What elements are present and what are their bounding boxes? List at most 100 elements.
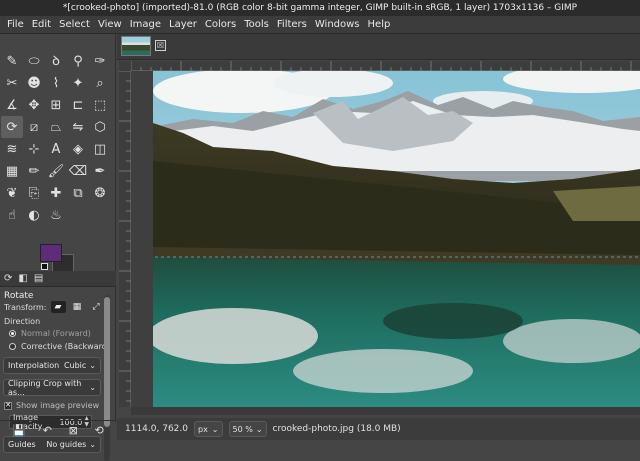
status-bar: 1114.0, 762.0 px ⌄ 50 % ⌄ crooked-photo.… (117, 418, 640, 440)
show-preview-label: Show image preview (16, 401, 100, 410)
cage-icon[interactable]: ⬡ (89, 116, 111, 138)
transform-layer-icon[interactable]: ▰ (50, 301, 66, 313)
image-canvas[interactable] (131, 71, 640, 407)
move-icon[interactable]: ✥ (23, 94, 45, 116)
unit-value: px (197, 424, 208, 434)
menu-image[interactable]: Image (126, 16, 165, 34)
menu-select[interactable]: Select (55, 16, 94, 34)
chevron-down-icon: ⌄ (89, 383, 96, 392)
show-preview-checkbox[interactable]: ✕ Show image preview (4, 401, 99, 410)
heal-icon[interactable]: ✚ (45, 182, 67, 204)
measure-icon[interactable]: ∡ (1, 94, 23, 116)
clipping-combo[interactable]: Clipping Crop with as... ⌄ (3, 379, 101, 397)
pointer-coordinates: 1114.0, 762.0 (125, 424, 188, 434)
unified-transform-icon[interactable]: ⬚ (89, 94, 111, 116)
smudge-icon[interactable]: ☝ (1, 204, 23, 226)
interpolation-combo[interactable]: Interpolation Cubic ⌄ (3, 357, 101, 374)
menu-windows[interactable]: Windows (311, 16, 364, 34)
ink-icon[interactable]: ✒ (89, 160, 111, 182)
zoom-value: 50 % (232, 424, 253, 434)
menu-view[interactable]: View (94, 16, 126, 34)
transform-path-icon[interactable]: ⤢ (89, 301, 104, 313)
color-picker-icon[interactable]: ✑ (89, 50, 111, 72)
align-icon[interactable]: ⊞ (45, 94, 67, 116)
radio-indicator (9, 343, 16, 350)
dock-tab-strip: ⟳ ◧ ▤ (0, 271, 116, 287)
blur-icon[interactable]: ❂ (89, 182, 111, 204)
lake-mountain-photo[interactable] (153, 71, 640, 407)
clone-icon[interactable]: ⎘ (23, 182, 45, 204)
direction-normal-radio[interactable]: Normal (Forward) (9, 329, 91, 338)
menu-colors[interactable]: Colors (201, 16, 240, 34)
shear-icon[interactable]: ⧄ (23, 116, 45, 138)
color-balance-icon[interactable]: ♨ (45, 204, 67, 226)
foreground-color-swatch[interactable] (40, 244, 62, 262)
menu-file[interactable]: File (3, 16, 28, 34)
eraser-icon[interactable]: ⌫ (67, 160, 89, 182)
vertical-ruler[interactable] (119, 70, 131, 407)
reset-options-icon[interactable]: ⟲ (94, 424, 103, 437)
horizontal-ruler[interactable] (130, 61, 640, 71)
default-colors-icon[interactable] (41, 263, 48, 270)
pencil-icon[interactable]: ✏ (23, 160, 45, 182)
checkbox-indicator: ✕ (4, 401, 12, 410)
direction-corrective-label: Corrective (Backward) (21, 342, 110, 351)
gradient-icon[interactable]: ▦ (1, 160, 23, 182)
ellipse-select-icon[interactable]: ⬭ (23, 50, 45, 72)
lasso-icon[interactable]: ꝺ (45, 50, 67, 72)
undo-history-tab-icon[interactable]: ▤ (34, 273, 43, 284)
zoom-combo[interactable]: 50 % ⌄ (228, 421, 267, 437)
3d-transform-icon[interactable]: ◫ (89, 138, 111, 160)
device-status-tab-icon[interactable]: ◧ (18, 273, 27, 284)
text-icon[interactable]: A (45, 138, 67, 160)
tool-options-title: Rotate (4, 291, 34, 301)
perspective-icon[interactable]: ⏢ (45, 116, 67, 138)
direction-corrective-radio[interactable]: Corrective (Backward) (9, 342, 110, 351)
fuzzy-select-icon[interactable]: ⚲ (67, 50, 89, 72)
tool-grid: ✎ ⬭ ꝺ ⚲ ✑ ✂ ☻ ⌇ ✦ ⌕ ∡ ✥ ⊞ ⊏ ⬚ ⟳ ⧄ ⏢ ⇋ ⬡ ≋ ⊹ A ◈ ◫ ▦ ✏ 🖌 ⌫ ✒ ❦ ⎘ ✚ ⧉ ❂ ☝ ◐ ♨ (1, 50, 113, 226)
horizontal-scrollbar[interactable] (131, 407, 640, 415)
tool-options-tab-icon[interactable]: ⟳ (4, 273, 12, 284)
path-icon[interactable]: ⌇ (45, 72, 67, 94)
image-thumbnail-tab[interactable] (121, 36, 151, 56)
ruler-ticks (119, 70, 131, 402)
image-tab-bar: ☒ (117, 34, 640, 60)
menu-filters[interactable]: Filters (273, 16, 311, 34)
chevron-down-icon: ⌄ (89, 440, 96, 449)
save-options-icon[interactable]: 💾 (12, 424, 26, 437)
perspective-clone-icon[interactable]: ⧉ (67, 182, 89, 204)
mypaint-brush-icon[interactable]: ❦ (1, 182, 23, 204)
paintbrush-icon[interactable]: 🖌 (45, 160, 67, 182)
menu-help[interactable]: Help (364, 16, 395, 34)
flip-icon[interactable]: ⇋ (67, 116, 89, 138)
rotate-icon[interactable]: ⟳ (1, 116, 23, 138)
close-icon[interactable]: ☒ (155, 40, 166, 51)
interpolation-label: Interpolation (8, 361, 60, 370)
guides-value: No guides (46, 440, 87, 449)
menu-layer[interactable]: Layer (165, 16, 201, 34)
crop-icon[interactable]: ⊏ (67, 94, 89, 116)
bucket-fill-icon[interactable]: ◈ (67, 138, 89, 160)
transform-selection-icon[interactable]: ▦ (70, 301, 85, 313)
restore-options-icon[interactable]: ↶ (43, 424, 52, 437)
dodge-burn-icon[interactable]: ◐ (23, 204, 45, 226)
menu-edit[interactable]: Edit (28, 16, 55, 34)
foreground-select-icon[interactable]: ☻ (23, 72, 45, 94)
handle-transform-icon[interactable]: ⊹ (23, 138, 45, 160)
ruler-ticks (130, 61, 632, 71)
file-info: crooked-photo.jpg (18.0 MB) (272, 424, 401, 434)
unit-combo[interactable]: px ⌄ (193, 421, 223, 437)
direction-normal-label: Normal (Forward) (21, 329, 91, 338)
zoom-icon[interactable]: ⌕ (89, 72, 111, 94)
menu-bar: File Edit Select View Image Layer Colors Tools F… (0, 16, 640, 34)
interpolation-value: Cubic (63, 361, 87, 370)
delete-options-icon[interactable]: ⊠ (69, 424, 78, 437)
menu-tools[interactable]: Tools (240, 16, 273, 34)
guides-label: Guides (8, 440, 36, 449)
airbrush-icon[interactable]: ✎ (1, 50, 23, 72)
transform-label: Transform: (4, 302, 47, 312)
scrollbar-thumb[interactable] (104, 297, 110, 427)
scissors-icon[interactable]: ✂ (1, 72, 23, 94)
paths-icon[interactable]: ✦ (67, 72, 89, 94)
warp-icon[interactable]: ≋ (1, 138, 23, 160)
